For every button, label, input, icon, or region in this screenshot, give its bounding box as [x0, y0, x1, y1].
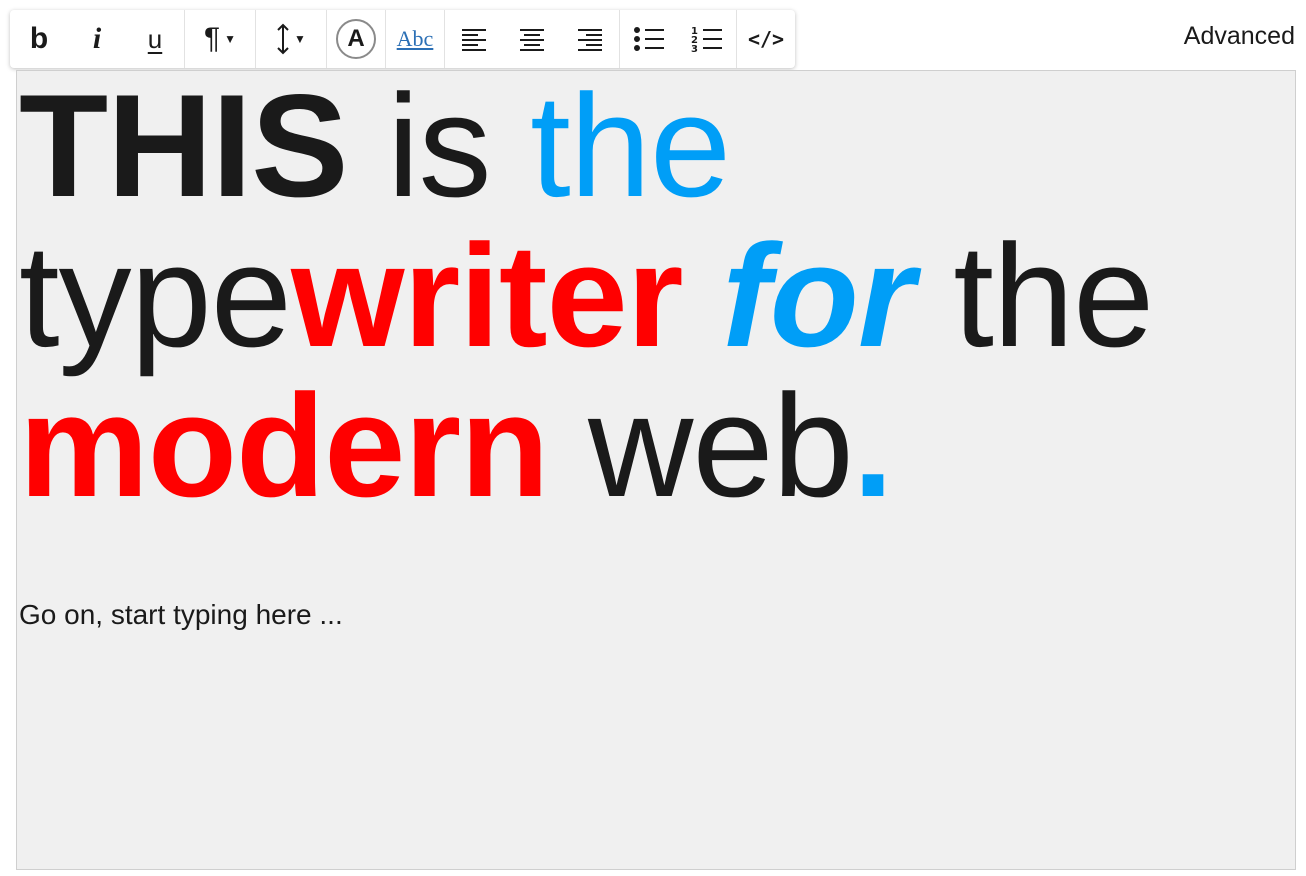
headline-word: for [722, 214, 915, 377]
align-left-icon [461, 27, 487, 51]
line-height-group: ▼ [256, 10, 327, 68]
chevron-down-icon: ▼ [294, 32, 306, 46]
headline-word: type [19, 214, 292, 377]
font-color-button[interactable]: A [327, 10, 385, 68]
align-center-icon [519, 27, 545, 51]
font-color-icon: A [336, 19, 376, 59]
headline-word: the [913, 214, 1154, 377]
italic-icon: i [92, 22, 102, 55]
headline-word: the [530, 64, 731, 227]
align-center-button[interactable] [503, 10, 561, 68]
list-group: 123 [620, 10, 737, 68]
bullet-list-icon [633, 26, 665, 52]
italic-button[interactable]: i [68, 10, 126, 68]
font-color-group: A [327, 10, 386, 68]
align-right-icon [577, 27, 603, 51]
advanced-link[interactable]: Advanced [1184, 22, 1295, 51]
headline: THIS is the typewriter for the modern we… [19, 71, 1289, 521]
underline-icon: u [147, 23, 163, 54]
spellcheck-icon: Abc [396, 26, 434, 51]
spellcheck-button[interactable]: Abc [386, 10, 444, 68]
headline-word: modern [19, 364, 549, 527]
line-height-icon [276, 23, 290, 55]
underline-button[interactable]: u [126, 10, 184, 68]
spellcheck-group: Abc [386, 10, 445, 68]
code-button[interactable]: </> [737, 10, 795, 68]
headline-line-2: typewriter for the [19, 221, 1289, 371]
bullet-list-button[interactable] [620, 10, 678, 68]
formatting-toolbar: b i u ¶ ▼ ▼ A Abc 1 2 3 </> [10, 10, 795, 68]
headline-line-3: modern web. [19, 371, 1289, 521]
paragraph-dropdown[interactable]: ¶ ▼ [185, 10, 255, 68]
alignment-group [445, 10, 620, 68]
align-left-button[interactable] [445, 10, 503, 68]
headline-word: THIS [19, 64, 349, 227]
headline-word: web [548, 364, 854, 527]
editor-placeholder[interactable]: Go on, start typing here ... [19, 599, 343, 631]
bold-icon: b [29, 22, 49, 55]
align-right-button[interactable] [561, 10, 619, 68]
headline-space [683, 214, 723, 377]
bold-button[interactable]: b [10, 10, 68, 68]
chevron-down-icon: ▼ [224, 32, 236, 46]
headline-line-1: THIS is the [19, 71, 1289, 221]
svg-text:3: 3 [691, 44, 698, 53]
headline-word: writer [290, 214, 684, 377]
paragraph-icon: ¶ [203, 22, 221, 55]
headline-word: is [347, 64, 531, 227]
paragraph-group: ¶ ▼ [185, 10, 256, 68]
text-style-group: b i u [10, 10, 185, 68]
code-group: </> [737, 10, 795, 68]
line-height-dropdown[interactable]: ▼ [256, 10, 326, 68]
code-icon: </> [747, 27, 785, 51]
numbered-list-icon: 123 [691, 25, 723, 53]
editor-area[interactable]: THIS is the typewriter for the modern we… [16, 70, 1296, 870]
numbered-list-button[interactable]: 123 [678, 10, 736, 68]
headline-word: . [852, 364, 894, 527]
